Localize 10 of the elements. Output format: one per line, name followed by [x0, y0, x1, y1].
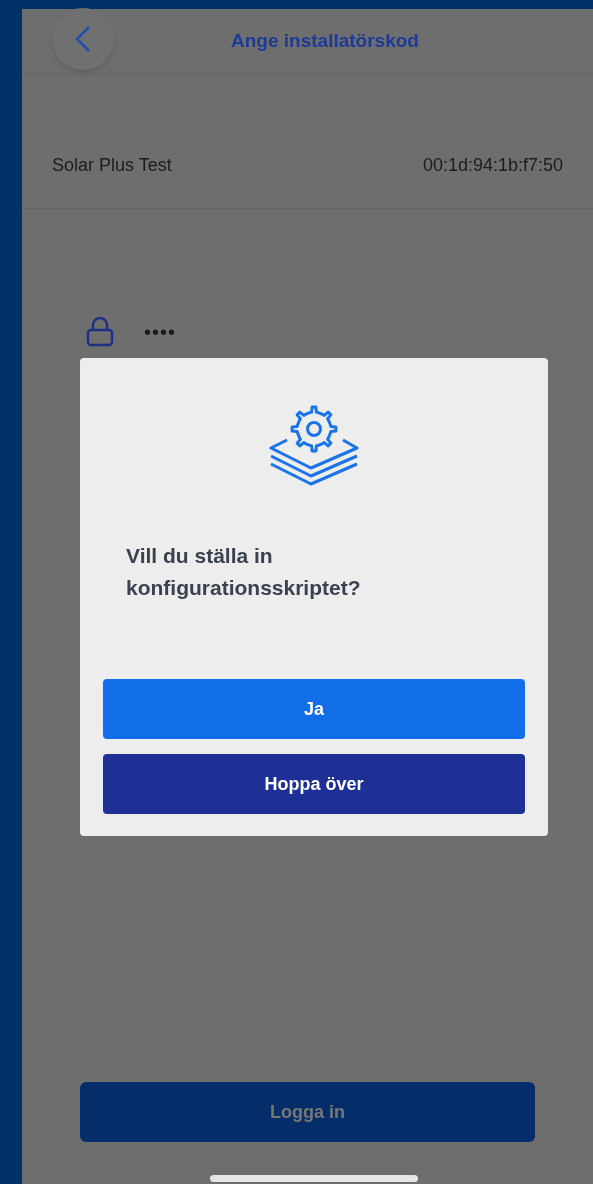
dialog-button[interactable]: Hoppa över	[103, 754, 525, 814]
code-field[interactable]: ••••	[144, 317, 176, 347]
login-button[interactable]: Logga in	[80, 1082, 535, 1142]
chevron-left-icon	[75, 25, 91, 53]
device-address: 00:1d:94:1b:f7:50	[422, 154, 563, 177]
dialog-message: Vill du ställa in konfigurationsskriptet?	[126, 543, 362, 601]
lock-icon	[86, 317, 114, 347]
device-name: Solar Plus Test	[52, 154, 172, 177]
dialog-button[interactable]: Ja	[103, 679, 525, 739]
page-title: Ange installatörskod	[231, 28, 419, 53]
